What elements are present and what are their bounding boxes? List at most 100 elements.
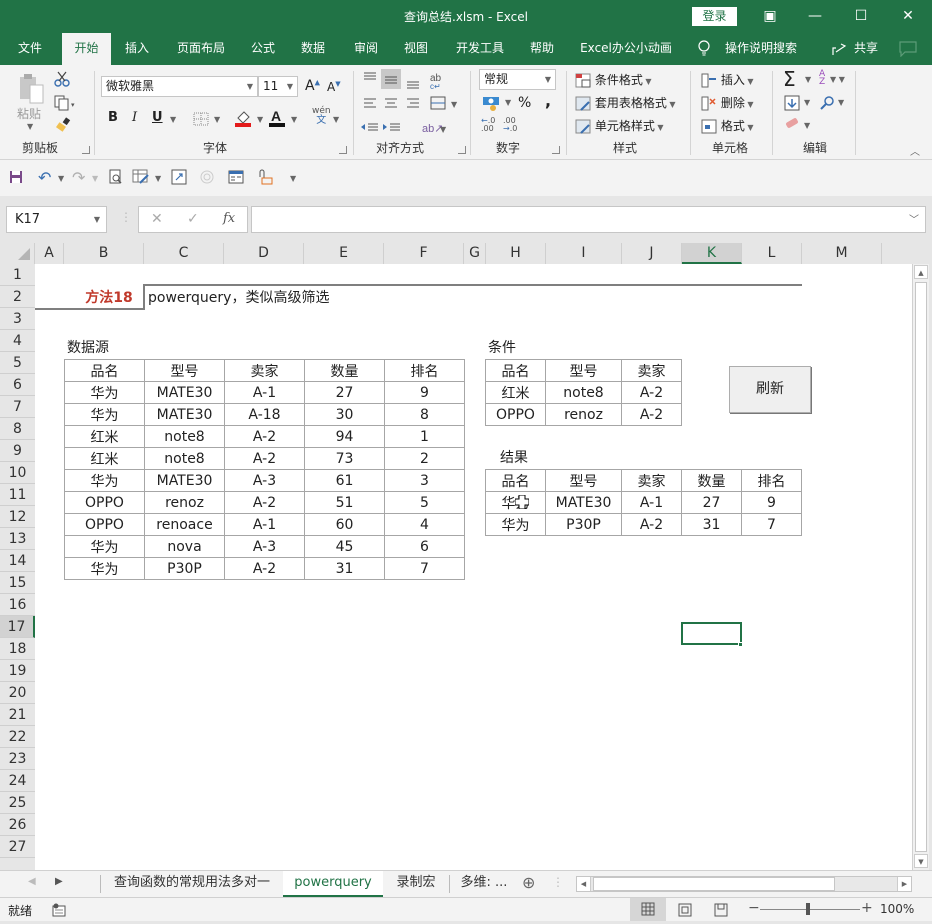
source-table-header-cell[interactable]: 品名 (64, 359, 145, 382)
row-header[interactable]: 7 (0, 396, 35, 418)
source-table-cell[interactable]: MATE30 (144, 403, 225, 426)
find-select-icon[interactable] (819, 95, 835, 114)
clear-icon[interactable] (784, 117, 800, 134)
print-preview-icon[interactable] (109, 169, 123, 188)
refresh-button[interactable]: 刷新 (729, 366, 811, 413)
tab-view[interactable]: 视图 (396, 33, 436, 65)
criteria-table-cell[interactable]: A-2 (621, 381, 682, 404)
row-header[interactable]: 18 (0, 638, 35, 660)
percent-style-button[interactable]: % (518, 95, 531, 111)
criteria-table-header-cell[interactable]: 卖家 (621, 359, 682, 382)
fill-down-icon[interactable] (784, 95, 800, 114)
row-header[interactable]: 5 (0, 352, 35, 374)
source-table-cell[interactable]: A-2 (224, 425, 305, 448)
result-table-header-cell[interactable]: 型号 (545, 469, 622, 492)
bold-button[interactable]: B (108, 110, 118, 125)
source-table-cell[interactable]: 7 (384, 557, 465, 580)
row-header[interactable]: 4 (0, 330, 35, 352)
row-header[interactable]: 9 (0, 440, 35, 462)
borders-dropdown-icon[interactable]: ▼ (214, 115, 220, 124)
insert-cells-button[interactable]: 插入 ▼ (701, 71, 754, 88)
result-table-header-cell[interactable]: 数量 (681, 469, 742, 492)
row-header[interactable]: 16 (0, 594, 35, 616)
scroll-down-button[interactable]: ▼ (914, 854, 928, 868)
row-header[interactable]: 13 (0, 528, 35, 550)
alignment-launcher-icon[interactable] (458, 146, 466, 154)
vertical-scrollbar[interactable]: ▲ ▼ (912, 264, 929, 870)
select-all-button[interactable] (0, 243, 35, 264)
source-table-cell[interactable]: 27 (304, 381, 385, 404)
formula-bar-grip-icon[interactable]: ⋮ (120, 210, 132, 224)
tab-page-layout[interactable]: 页面布局 (170, 33, 232, 65)
source-table-cell[interactable]: renoace (144, 513, 225, 536)
column-header[interactable]: J (622, 243, 682, 264)
share-button[interactable]: 共享 (850, 33, 882, 65)
expand-formula-bar-icon[interactable]: ﹀ (909, 211, 919, 226)
result-table-cell[interactable]: 7 (741, 513, 802, 536)
sort-filter-dropdown-icon[interactable]: ▼ ▼ (830, 75, 845, 84)
criteria-table-cell[interactable]: renoz (545, 403, 622, 426)
ribbon-display-options-icon[interactable]: ▣ (755, 5, 785, 27)
row-header[interactable]: 14 (0, 550, 35, 572)
source-table-cell[interactable]: MATE30 (144, 381, 225, 404)
criteria-table-cell[interactable]: note8 (545, 381, 622, 404)
row-header[interactable]: 3 (0, 308, 35, 330)
source-table-cell[interactable]: 94 (304, 425, 385, 448)
active-cell-selection[interactable] (681, 622, 742, 645)
result-table-cell[interactable]: 华为 (485, 513, 546, 536)
column-header[interactable]: H (486, 243, 546, 264)
result-table-header-cell[interactable]: 排名 (741, 469, 802, 492)
comments-icon[interactable] (898, 33, 918, 65)
source-table-cell[interactable]: 61 (304, 469, 385, 492)
column-header[interactable]: A (35, 243, 64, 264)
maximize-button[interactable]: ☐ (846, 5, 876, 27)
page-layout-view-button[interactable] (678, 903, 692, 920)
source-table-cell[interactable]: renoz (144, 491, 225, 514)
row-header[interactable]: 1 (0, 264, 35, 286)
column-header-selected[interactable]: K (682, 243, 742, 264)
source-table-cell[interactable]: 华为 (64, 381, 145, 404)
tab-formulas[interactable]: 公式 (243, 33, 283, 65)
login-button[interactable]: 登录 (692, 7, 737, 26)
row-header[interactable]: 21 (0, 704, 35, 726)
tab-review[interactable]: 审阅 (346, 33, 386, 65)
cell-styles-button[interactable]: 单元格样式 ▼ (575, 117, 664, 134)
source-table-cell[interactable]: 红米 (64, 425, 145, 448)
tab-insert[interactable]: 插入 (115, 33, 159, 65)
scroll-tabs-right-icon[interactable]: ▶ (55, 876, 63, 887)
source-table-cell[interactable]: 4 (384, 513, 465, 536)
customize-qat-icon[interactable]: ▼ (290, 174, 296, 183)
conditional-formatting-button[interactable]: 条件格式 ▼ (575, 71, 652, 88)
result-table-cell[interactable]: 9 (741, 491, 802, 514)
font-name-dropdown[interactable]: 微软雅黑 ▼ (101, 76, 258, 97)
number-format-dropdown[interactable]: 常规 ▼ (479, 69, 556, 90)
sheet-tab[interactable]: 录制宏 (386, 871, 446, 897)
row-header[interactable]: 15 (0, 572, 35, 594)
result-table-header-cell[interactable]: 品名 (485, 469, 546, 492)
source-table-cell[interactable]: nova (144, 535, 225, 558)
scroll-tabs-left-icon[interactable]: ◀ (28, 876, 36, 887)
row-header[interactable]: 10 (0, 462, 35, 484)
row-header[interactable]: 26 (0, 814, 35, 836)
tab-home[interactable]: 开始 (62, 33, 111, 65)
fill-color-icon[interactable] (234, 108, 252, 131)
tab-splitter-icon[interactable]: ⋮ (552, 875, 564, 889)
phonetic-dropdown-icon[interactable]: ▼ (333, 115, 339, 124)
row-header[interactable]: 12 (0, 506, 35, 528)
source-table-cell[interactable]: 51 (304, 491, 385, 514)
currency-format-icon[interactable] (482, 95, 502, 114)
source-table-cell[interactable]: A-2 (224, 447, 305, 470)
source-table-cell[interactable]: 华为 (64, 469, 145, 492)
delete-cells-button[interactable]: 删除 ▼ (701, 94, 754, 111)
paste-dropdown-icon[interactable]: ▼ (27, 122, 33, 131)
increase-decimal-button[interactable]: ←.0 .00 (481, 117, 495, 133)
source-table-cell[interactable]: 2 (384, 447, 465, 470)
font-color-icon[interactable]: A (268, 108, 286, 131)
scroll-left-button[interactable]: ◀ (577, 877, 591, 891)
redo-icon[interactable]: ↷ (72, 168, 85, 187)
source-table-cell[interactable]: A-18 (224, 403, 305, 426)
sort-filter-icon[interactable]: AZ (819, 70, 825, 87)
source-table-cell[interactable]: OPPO (64, 513, 145, 536)
fill-dropdown-icon[interactable]: ▼ (804, 98, 810, 107)
underline-dropdown-icon[interactable]: ▼ (170, 115, 176, 124)
